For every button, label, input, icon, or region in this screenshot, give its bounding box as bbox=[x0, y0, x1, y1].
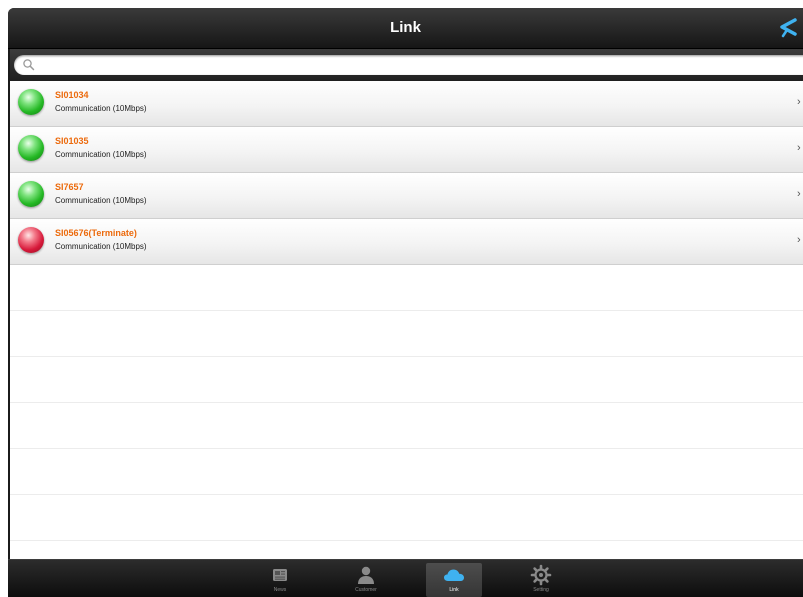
link-list: SI01034 Communication (10Mbps) › SI01035… bbox=[10, 81, 803, 559]
search-icon bbox=[22, 58, 36, 72]
list-item[interactable]: SI7657 Communication (10Mbps) › bbox=[10, 173, 803, 219]
back-arrow-icon[interactable] bbox=[773, 16, 799, 40]
chevron-right-icon: › bbox=[797, 234, 801, 246]
tab-link[interactable]: Link bbox=[426, 563, 482, 597]
cloud-icon bbox=[443, 564, 465, 586]
link-name: SI01035 bbox=[55, 136, 89, 146]
tab-label: News bbox=[273, 587, 287, 593]
chevron-right-icon: › bbox=[797, 142, 801, 154]
empty-row bbox=[10, 403, 803, 449]
status-light-icon bbox=[18, 181, 44, 207]
chevron-right-icon: › bbox=[797, 188, 801, 200]
link-status: Communication (10Mbps) bbox=[55, 104, 147, 113]
link-name: SI05676(Terminate) bbox=[55, 228, 137, 238]
app-window: Link SI01034 Communication (10Mbps) › SI… bbox=[8, 8, 803, 597]
news-icon bbox=[269, 564, 291, 586]
list-item[interactable]: SI05676(Terminate) Communication (10Mbps… bbox=[10, 219, 803, 265]
chevron-right-icon: › bbox=[797, 96, 801, 108]
tab-setting[interactable]: Setting bbox=[513, 563, 569, 597]
empty-row bbox=[10, 265, 803, 311]
page-title: Link bbox=[390, 19, 421, 36]
link-name: SI01034 bbox=[55, 90, 89, 100]
empty-row bbox=[10, 541, 803, 559]
link-name: SI7657 bbox=[55, 182, 84, 192]
tab-label: Link bbox=[449, 587, 459, 593]
link-status: Communication (10Mbps) bbox=[55, 150, 147, 159]
tab-bar: News Customer Link Setting bbox=[8, 559, 803, 597]
status-light-icon bbox=[18, 227, 44, 253]
list-item[interactable]: SI01035 Communication (10Mbps) › bbox=[10, 127, 803, 173]
search-bar bbox=[10, 49, 803, 81]
tab-label: Setting bbox=[533, 587, 549, 593]
empty-row bbox=[10, 311, 803, 357]
tab-customer[interactable]: Customer bbox=[338, 563, 394, 597]
status-light-icon bbox=[18, 135, 44, 161]
tab-label: Customer bbox=[355, 587, 377, 593]
tab-news[interactable]: News bbox=[252, 563, 308, 597]
empty-row bbox=[10, 449, 803, 495]
list-item[interactable]: SI01034 Communication (10Mbps) › bbox=[10, 81, 803, 127]
empty-row bbox=[10, 495, 803, 541]
empty-row bbox=[10, 357, 803, 403]
gear-icon bbox=[530, 564, 552, 586]
link-status: Communication (10Mbps) bbox=[55, 242, 147, 251]
navigation-bar: Link bbox=[8, 8, 803, 49]
status-light-icon bbox=[18, 89, 44, 115]
search-input[interactable] bbox=[14, 55, 803, 75]
person-icon bbox=[355, 564, 377, 586]
link-status: Communication (10Mbps) bbox=[55, 196, 147, 205]
